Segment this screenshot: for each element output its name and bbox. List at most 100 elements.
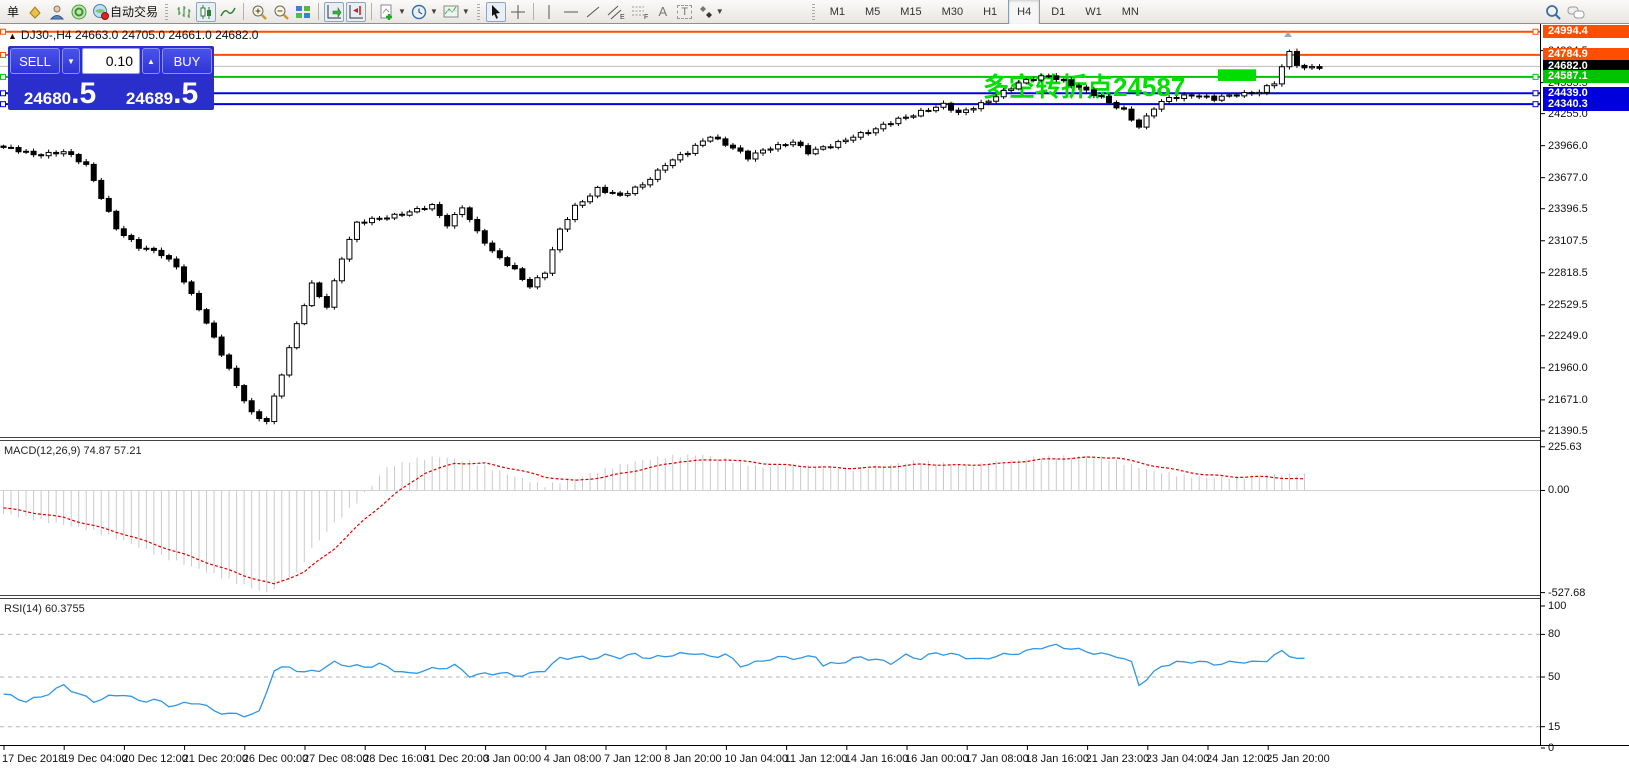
clock-icon: [410, 3, 428, 21]
zoom-in-button[interactable]: [249, 2, 269, 22]
timeframe-button-d1[interactable]: D1: [1042, 0, 1074, 25]
history-center-icon: [26, 3, 44, 21]
new-order-label: 单: [7, 3, 19, 20]
toolbar-grip[interactable]: [812, 4, 815, 20]
bar-chart-icon: [175, 3, 193, 21]
chart-canvas[interactable]: 多空转折点24587: [0, 24, 1629, 770]
chart-line-button[interactable]: [218, 2, 238, 22]
search-button[interactable]: [1543, 2, 1563, 22]
periods-button[interactable]: ▼: [409, 2, 439, 22]
time-tick-label: 20 Dec 12:00: [122, 753, 187, 765]
text-button[interactable]: A: [653, 2, 673, 22]
time-tick-label: 23 Jan 04:00: [1146, 753, 1210, 765]
rsi-tick-label: 0: [1548, 743, 1554, 754]
time-tick-label: 28 Dec 16:00: [363, 753, 428, 765]
indicators-button[interactable]: ▼: [377, 2, 407, 22]
toolbar-separator: [318, 3, 319, 20]
vertical-line-button[interactable]: [539, 2, 559, 22]
line-endpoint-marker: [1533, 91, 1538, 96]
chart-shift-button[interactable]: [346, 2, 366, 22]
sell-price[interactable]: 24680.5: [10, 76, 110, 108]
templates-button[interactable]: ▼: [441, 2, 471, 22]
timeframe-button-m30[interactable]: M30: [933, 0, 972, 25]
fibonacci-button[interactable]: F: [629, 2, 651, 22]
time-tick-label: 4 Jan 08:00: [544, 753, 602, 765]
autoscroll-button[interactable]: [324, 2, 344, 22]
one-click-trading-panel: SELL ▼ ▲ BUY 24680.5 24689.5: [8, 46, 214, 110]
lot-input[interactable]: [82, 48, 140, 74]
candlestick-icon: [197, 3, 215, 21]
lot-decrease-button[interactable]: ▼: [62, 48, 80, 74]
time-tick-label: 14 Jan 16:00: [845, 753, 909, 765]
crosshair-button[interactable]: [508, 2, 528, 22]
time-tick-label: 26 Dec 00:00: [243, 753, 308, 765]
price-tick-label: 21960.0: [1548, 363, 1588, 374]
timeframe-button-mn[interactable]: MN: [1113, 0, 1148, 25]
lot-increase-button[interactable]: ▲: [142, 48, 160, 74]
channel-icon: E: [606, 3, 626, 21]
community-icon: [70, 3, 88, 21]
trendline-icon: [584, 3, 602, 21]
buy-button[interactable]: BUY: [162, 48, 212, 74]
line-endpoint-marker: [1, 102, 6, 107]
symbol-marker-icon: ▲: [8, 31, 17, 41]
timeframe-button-h1[interactable]: H1: [974, 0, 1006, 25]
text-icon: A: [658, 4, 667, 19]
timeframe-button-w1[interactable]: W1: [1076, 0, 1111, 25]
trendline-button[interactable]: [583, 2, 603, 22]
rsi-tick-label: 50: [1548, 672, 1560, 683]
chevron-down-icon: ▼: [716, 7, 724, 16]
contacts-button[interactable]: [47, 2, 67, 22]
green-rectangle-object[interactable]: [1218, 69, 1256, 81]
chat-button[interactable]: [1565, 2, 1587, 22]
svg-text:E: E: [620, 14, 625, 21]
line-endpoint-marker: [1533, 102, 1538, 107]
rsi-tick-label: 100: [1548, 601, 1566, 612]
buy-price[interactable]: 24689.5: [112, 76, 212, 108]
autotrading-icon: [92, 3, 110, 21]
time-tick-label: 16 Jan 00:00: [905, 753, 969, 765]
templates-icon: [442, 3, 460, 21]
time-tick-label: 10 Jan 04:00: [724, 753, 788, 765]
price-tick-label: 22818.5: [1548, 268, 1588, 279]
chart-bars-button[interactable]: [174, 2, 194, 22]
tile-windows-button[interactable]: [293, 2, 313, 22]
text-label-button[interactable]: T: [675, 2, 695, 22]
timeframe-button-h4[interactable]: H4: [1008, 0, 1040, 25]
toolbar-grip[interactable]: [165, 4, 168, 20]
price-badge: 24340.3: [1543, 98, 1629, 111]
timeframe-button-m1[interactable]: M1: [821, 0, 854, 25]
line-endpoint-marker: [1533, 29, 1538, 34]
crosshair-icon: [509, 3, 527, 21]
sell-button[interactable]: SELL: [10, 48, 60, 74]
arrows-button[interactable]: ▼: [697, 2, 725, 22]
equidistant-channel-button[interactable]: E: [605, 2, 627, 22]
toolbar-separator: [371, 3, 372, 20]
time-tick-label: 17 Jan 08:00: [965, 753, 1029, 765]
price-tick-label: 21671.0: [1548, 395, 1588, 406]
price-tick-label: 23966.0: [1548, 141, 1588, 152]
time-tick-label: 21 Jan 23:00: [1086, 753, 1150, 765]
cursor-button[interactable]: [486, 2, 506, 22]
time-tick-label: 31 Dec 20:00: [423, 753, 488, 765]
chevron-down-icon: ▼: [430, 7, 438, 16]
autotrading-button[interactable]: 自动交易: [91, 2, 159, 22]
chart-candles-button[interactable]: [196, 2, 216, 22]
toolbar-separator: [243, 3, 244, 20]
zoom-out-button[interactable]: [271, 2, 291, 22]
toolbar-grip[interactable]: [477, 4, 480, 20]
tile-windows-icon: [294, 3, 312, 21]
price-tick-label: 22529.5: [1548, 300, 1588, 311]
toolbar: 单 自动交易 ▼ ▼ ▼ E F A T ▼ M1M: [0, 0, 1629, 24]
line-endpoint-marker: [1533, 74, 1538, 79]
new-order-button[interactable]: 单: [3, 2, 23, 22]
timeframe-button-m15[interactable]: M15: [891, 0, 930, 25]
svg-text:F: F: [644, 14, 648, 21]
history-center-button[interactable]: [25, 2, 45, 22]
sell-price-frac: .5: [71, 82, 96, 107]
price-badge: 24994.4: [1543, 25, 1629, 38]
horizontal-line-button[interactable]: [561, 2, 581, 22]
community-button[interactable]: [69, 2, 89, 22]
rsi-tick-label: 15: [1548, 722, 1560, 733]
timeframe-button-m5[interactable]: M5: [856, 0, 889, 25]
